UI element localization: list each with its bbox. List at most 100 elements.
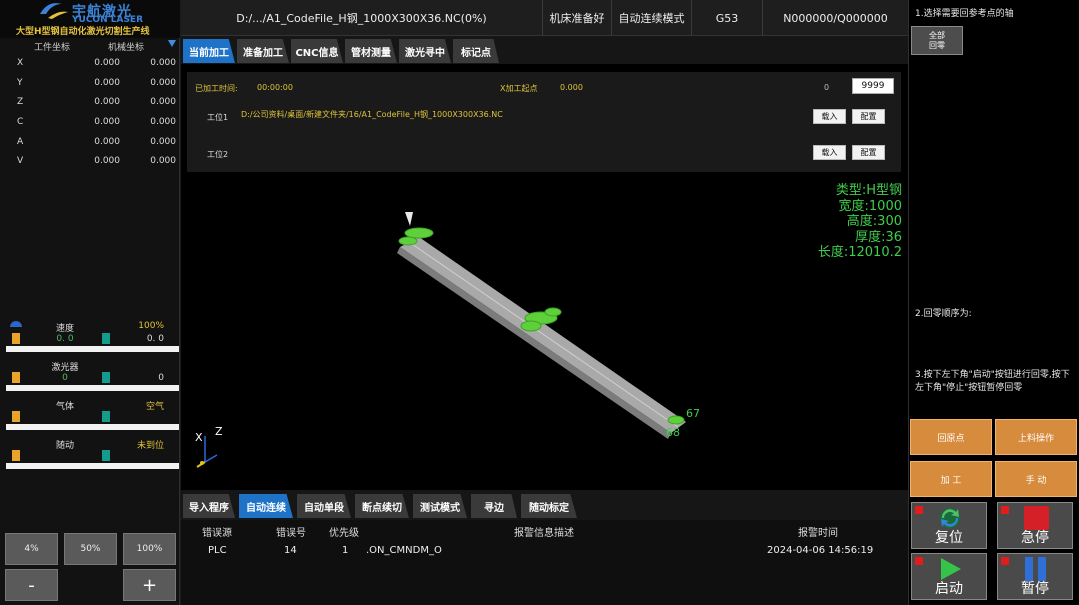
indicator-teal — [102, 372, 110, 383]
coord-row-x: X 0.000 0.000 — [0, 54, 180, 72]
gauge-right-value: 100% — [138, 321, 164, 331]
work-value: 0.000 — [94, 58, 120, 68]
tab-auto-continuous[interactable]: 自动连续 — [239, 494, 293, 518]
gauge-value-2: 0. 0 — [146, 334, 164, 344]
gauge-label: 随动 — [55, 441, 74, 451]
work-coord-header: 工件坐标 — [34, 43, 71, 53]
led-indicator — [1001, 506, 1009, 514]
axis-label: A — [17, 137, 24, 147]
coord-row-y: Y 0.000 0.000 — [0, 74, 180, 92]
override-minus-button[interactable]: - — [5, 569, 58, 601]
elapsed-time-label: 已加工时间: — [195, 84, 238, 93]
loading-operation-button[interactable]: 上料操作 — [995, 419, 1077, 455]
filter-icon[interactable] — [168, 40, 176, 47]
alarm-header-code: 错误号 — [276, 528, 306, 539]
coord-row-a: A 0.000 0.000 — [0, 133, 180, 151]
estop-label: 急停 — [1021, 530, 1049, 546]
gauge-speed: 速度 100% 0. 0 0. 0 — [0, 321, 180, 357]
axis-label: C — [17, 117, 24, 127]
gauge-bar — [6, 424, 179, 430]
tab-breakpoint-resume[interactable]: 断点续切 — [355, 494, 409, 518]
emergency-stop-button[interactable]: 急停 — [997, 502, 1073, 549]
axis-label: V — [17, 156, 24, 166]
main-tabs: 当前加工 准备加工 CNC信息 管材测量 激光寻中 标记点 — [181, 36, 908, 64]
axis-label: X — [17, 58, 24, 68]
gauge-follow: 随动 未到位 — [0, 438, 180, 474]
override-4-button[interactable]: 4% — [5, 533, 58, 565]
tab-import-program[interactable]: 导入程序 — [183, 494, 235, 518]
start-button[interactable]: 启动 — [911, 553, 987, 600]
mode-tabs: 导入程序 自动连续 自动单段 断点续切 测试模式 寻边 随动标定 — [181, 490, 908, 520]
alarm-table: 错误源 错误号 优先级 报警信息描述 报警时间 PLC 14 1 .ON_CMN… — [181, 520, 908, 605]
count-done: 0 — [824, 83, 830, 92]
station1-label: 工位1 — [207, 113, 229, 122]
manual-button[interactable]: 手 动 — [995, 461, 1077, 497]
axis-z-label: Z — [215, 425, 223, 438]
tab-mark-point[interactable]: 标记点 — [453, 39, 499, 63]
alarm-priority: 1 — [342, 545, 349, 556]
work-value: 0.000 — [94, 97, 120, 107]
part-width: 宽度:1000 — [838, 198, 902, 214]
station1-load-button[interactable]: 载入 — [813, 109, 846, 124]
indicator-orange — [12, 450, 20, 461]
work-value: 0.000 — [94, 117, 120, 127]
home-all-label-2: 回零 — [929, 40, 945, 50]
return-origin-button[interactable]: 回原点 — [910, 419, 992, 455]
tab-cnc-info[interactable]: CNC信息 — [291, 39, 343, 63]
gauge-bar — [6, 385, 179, 391]
home-step-3: 3.按下左下角"启动"按钮进行回零,按下左下角"停止"按钮暂停回零 — [915, 370, 1070, 393]
gauge-bar — [6, 463, 179, 469]
alarm-header-priority: 优先级 — [329, 528, 359, 539]
left-panel: 宇航激光 YUCON LASER 大型H型钢自动化激光切割生产线 工件坐标 机械… — [0, 0, 180, 605]
tab-tube-measure[interactable]: 管材测量 — [345, 39, 397, 63]
machine-value: 0.000 — [150, 97, 176, 107]
indicator-teal — [102, 411, 110, 422]
station2-label: 工位2 — [207, 150, 229, 159]
alarm-header-time: 报警时间 — [798, 528, 838, 539]
machine-value: 0.000 — [150, 117, 176, 127]
process-button[interactable]: 加 工 — [910, 461, 992, 497]
home-all-button[interactable]: 全部 回零 — [911, 26, 963, 55]
station1-config-button[interactable]: 配置 — [852, 109, 885, 124]
tab-follow-calibrate[interactable]: 随动标定 — [521, 494, 577, 518]
status-bar: D:/.../A1_CodeFile_H钢_1000X300X36.NC(0%)… — [181, 0, 908, 36]
3d-viewport[interactable]: 67 68 X Z 已加工时间: 00:00:00 X加工起点 0.000 0 … — [181, 64, 908, 490]
home-step-1: 1.选择需要回参考点的轴 — [915, 9, 1014, 19]
station1-path: D:/公司资料/桌面/新建文件夹/16/A1_CodeFile_H钢_1000X… — [241, 110, 503, 119]
laser-head-icon — [405, 212, 413, 226]
gauge-label: 速度 — [55, 324, 74, 334]
override-100-button[interactable]: 100% — [123, 533, 176, 565]
alarm-time: 2024-04-06 14:56:19 — [767, 545, 874, 556]
gauge-value-1: 0 — [62, 373, 68, 383]
work-value: 0.000 — [94, 78, 120, 88]
gauge-gas: 气体 空气 — [0, 399, 180, 435]
logo: 宇航激光 YUCON LASER 大型H型钢自动化激光切割生产线 — [0, 0, 180, 38]
override-plus-button[interactable]: + — [123, 569, 176, 601]
indicator-orange — [12, 372, 20, 383]
gauge-value-2: 0 — [158, 373, 164, 383]
pause-button[interactable]: 暂停 — [997, 553, 1073, 600]
tab-test-mode[interactable]: 测试模式 — [413, 494, 467, 518]
led-indicator — [915, 557, 923, 565]
station2-load-button[interactable]: 载入 — [813, 145, 846, 160]
count-total-input[interactable]: 9999 — [852, 78, 894, 94]
tab-edge-find[interactable]: 寻边 — [471, 494, 517, 518]
override-50-button[interactable]: 50% — [64, 533, 117, 565]
run-mode: 自动连续模式 — [611, 0, 691, 36]
tab-laser-center[interactable]: 激光寻中 — [399, 39, 451, 63]
file-status: D:/.../A1_CodeFile_H钢_1000X300X36.NC(0%) — [236, 12, 487, 25]
work-value: 0.000 — [94, 156, 120, 166]
point-label-b: 68 — [666, 426, 680, 439]
gauge-right-value: 空气 — [145, 402, 164, 412]
reset-label: 复位 — [935, 530, 963, 546]
pause-label: 暂停 — [1021, 581, 1049, 597]
tab-current-process[interactable]: 当前加工 — [183, 39, 235, 63]
station2-config-button[interactable]: 配置 — [852, 145, 885, 160]
machine-value: 0.000 — [150, 78, 176, 88]
tab-auto-single[interactable]: 自动单段 — [297, 494, 351, 518]
home-all-label-1: 全部 — [929, 30, 945, 40]
alarm-code: 14 — [284, 545, 297, 556]
indicator-teal — [102, 333, 110, 344]
reset-button[interactable]: 复位 — [911, 502, 987, 549]
tab-prepare[interactable]: 准备加工 — [237, 39, 289, 63]
